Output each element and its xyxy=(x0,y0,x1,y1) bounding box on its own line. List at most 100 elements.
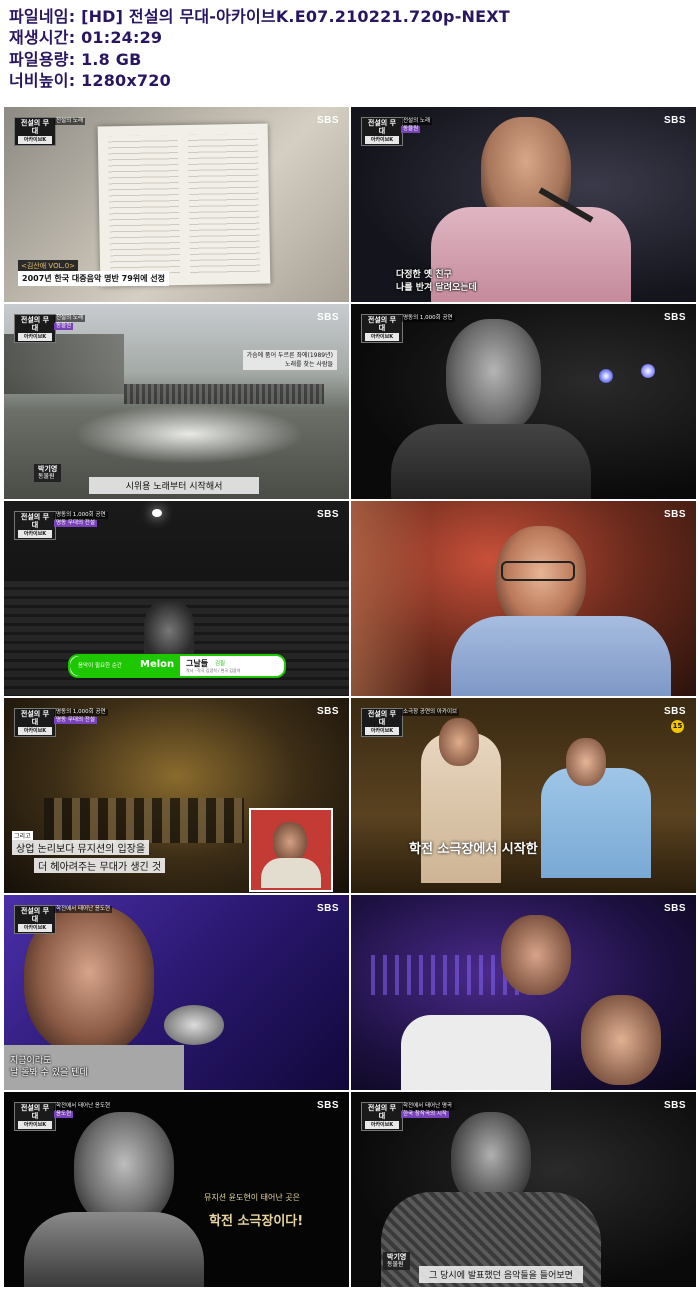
caption-intro: 그리고 xyxy=(12,831,33,840)
sbs-logo: SBS xyxy=(316,312,339,323)
thumbnail-frame[interactable]: 전설의 무대 아카이브K 명동의 1,000회 공연 명동 무대의 전설 SBS … xyxy=(4,698,349,893)
thumbnail-frame[interactable]: SBS xyxy=(351,895,696,1090)
thumbnail-frame[interactable]: 전설의 무대 아카이브K 학전에서 태어난 윤도현 SBS 지금이라도 날 돌봐 … xyxy=(4,895,349,1090)
buildings xyxy=(4,334,124,394)
caption-line: 날 돌봐 수 있을 텐데 xyxy=(10,1068,88,1078)
guest-shirt xyxy=(391,424,591,499)
sbs-logo: SBS xyxy=(663,903,686,914)
sbs-logo: SBS xyxy=(316,903,339,914)
guest-shirt xyxy=(541,768,651,878)
segment-tag: 명동 무대의 전설 xyxy=(54,520,97,527)
stage-sign xyxy=(74,748,244,762)
caption-line: 뮤지션 윤도현이 태어난 곳은 xyxy=(204,1193,300,1202)
program-logo: 전설의 무대 아카이브K xyxy=(361,314,403,343)
age-rating-badge: 15 xyxy=(671,720,684,733)
thumbnail-frame[interactable]: 전설의 무대 아카이브K 명동의 1,000회 공연 SBS xyxy=(351,304,696,499)
filename-row: 파일네임: [HD] 전설의 무대-아카이브K.E07.210221.720p-… xyxy=(9,7,510,26)
guest-face xyxy=(566,738,606,786)
thumbnail-frame[interactable]: 전설의 무대 아카이브K 전설의 노래 동물원 SBS 다정한 옛 친구 나를 반… xyxy=(351,107,696,302)
segment-tag: 동물원 xyxy=(401,126,421,133)
band-on-stage xyxy=(44,798,244,843)
filesize-row: 파일용량: 1.8 GB xyxy=(9,49,142,69)
segment-tag: 명동의 1,000회 공연 xyxy=(54,709,108,716)
caption: 시위용 노래부터 시작해서 xyxy=(89,477,259,494)
side-caption: 가슴에 품어 두르른 좌에(1989년) 노래를 찾는 사람들 xyxy=(242,350,337,370)
sbs-logo: SBS xyxy=(663,115,686,126)
audience-face xyxy=(501,915,571,995)
segment-tag: 명동의 1,000회 공연 xyxy=(401,315,455,322)
segment-tag: 윤도현 xyxy=(54,1111,74,1118)
resolution-value: 1280x720 xyxy=(81,71,171,91)
glasses xyxy=(501,561,575,581)
file-info: 파일네임: [HD] 전설의 무대-아카이브K.E07.210221.720p-… xyxy=(9,6,510,92)
program-logo: 전설의 무대 아카이브K xyxy=(14,314,56,343)
segment-tag: 학전에서 태어난 명곡 xyxy=(401,1103,455,1110)
sbs-logo: SBS xyxy=(663,706,686,717)
interviewee-shirt xyxy=(24,1212,204,1287)
segment-tag: 전설의 노래 xyxy=(401,118,433,125)
thumbnail-frame[interactable]: SBS xyxy=(351,501,696,696)
program-logo: 전설의 무대 아카이브K xyxy=(361,708,403,737)
segment-tag: 명동의 1,000회 공연 xyxy=(54,512,108,519)
thumbnail-frame[interactable]: 전설의 무대 아카이브K 학전에서 태어난 윤도현 윤도현 SBS 뮤지션 윤도현… xyxy=(4,1092,349,1287)
thumbnail-frame[interactable]: 전설의 무대 아카이브K 전설의 노래 동물원 SBS 가슴에 품어 두르른 좌에… xyxy=(4,304,349,499)
speaker-name-tag: 박기영 동물원 xyxy=(383,1252,411,1270)
melon-song-banner: 음악이 필요한 순간 Melon 그날들 김필 작사 · 작곡 김광석 / 편곡… xyxy=(68,654,286,678)
audience-face xyxy=(581,995,661,1085)
segment-tag: 학전에서 태어난 윤도현 xyxy=(54,1103,113,1110)
program-logo: 전설의 무대 아카이브K xyxy=(361,1102,403,1131)
thumbnail-frame[interactable]: 전설의 무대 아카이브K 전설의 노래 SBS <김산애 VOL.0> 2007년… xyxy=(4,107,349,302)
guest-face xyxy=(446,319,541,434)
program-logo: 전설의 무대 아카이브K xyxy=(14,117,56,146)
sbs-logo: SBS xyxy=(663,312,686,323)
runtime-value: 01:24:29 xyxy=(81,28,163,48)
spotlight xyxy=(152,509,162,517)
performer-silhouette xyxy=(144,601,194,661)
crowd xyxy=(124,384,324,404)
sbs-logo: SBS xyxy=(316,115,339,126)
segment-tag: 한국 창작곡의 시작 xyxy=(401,1111,449,1118)
melon-tagline: 음악이 필요한 순간 xyxy=(78,663,122,669)
resolution-row: 너비높이: 1280x720 xyxy=(9,71,171,91)
microphone xyxy=(164,1005,224,1045)
program-logo: 전설의 무대 아카이브K xyxy=(14,511,56,540)
thumbnail-frame[interactable]: 전설의 무대 아카이브K 명동의 1,000회 공연 명동 무대의 전설 SBS … xyxy=(4,501,349,696)
audience-shirt xyxy=(401,1015,551,1090)
sbs-logo: SBS xyxy=(663,509,686,520)
caption-line: 학전 소극장이다! xyxy=(209,1214,304,1229)
caption: 그 당시에 발표했던 음악들을 들어보면 xyxy=(419,1266,583,1283)
segment-tag: 전설의 노래 xyxy=(54,118,86,125)
host-face xyxy=(439,718,479,766)
sbs-logo: SBS xyxy=(316,1100,339,1111)
interviewee-face xyxy=(74,1112,174,1227)
thumbnail-frame[interactable]: 전설의 무대 아카이브K 학전에서 태어난 명곡 한국 창작곡의 시작 SBS 박… xyxy=(351,1092,696,1287)
segment-tag: 소극장 공연의 아카이브 xyxy=(401,709,460,716)
warm-light xyxy=(351,501,431,696)
runtime-row: 재생시간: 01:24:29 xyxy=(9,28,163,48)
thumbnail-frame[interactable]: 전설의 무대 아카이브K 소극장 공연의 아카이브 SBS 15 학전 소극장에서… xyxy=(351,698,696,893)
program-logo: 전설의 무대 아카이브K xyxy=(14,708,56,737)
guest-shirt xyxy=(451,616,671,696)
song-artist: 김필 xyxy=(215,661,226,667)
segment-tag: 동물원 xyxy=(54,323,74,330)
program-logo: 전설의 무대 아카이브K xyxy=(14,905,56,934)
caption-line: 다정한 옛 친구 xyxy=(396,270,452,280)
stage-light xyxy=(599,369,613,383)
inset-face xyxy=(273,822,307,862)
song-credits: 작사 · 작곡 김광석 / 편곡 김광석 xyxy=(186,668,241,673)
sbs-logo: SBS xyxy=(316,509,339,520)
stage-light xyxy=(641,364,655,378)
lyric-sheet xyxy=(97,123,271,287)
caption: 학전 소극장에서 시작한 xyxy=(409,842,538,857)
segment-tag: 명동 무대의 전설 xyxy=(54,717,97,724)
inset-shirt xyxy=(261,858,321,888)
caption-line: 더 헤아려주는 무대가 생긴 것 xyxy=(34,858,166,873)
caption-line: 나를 반겨 달려오는데 xyxy=(396,283,477,293)
filename-value: [HD] 전설의 무대-아카이브K.E07.210221.720p-NEXT xyxy=(81,7,510,26)
program-logo: 전설의 무대 아카이브K xyxy=(14,1102,56,1131)
segment-tag: 전설의 노래 xyxy=(54,315,86,322)
segment-tag: 학전에서 태어난 윤도현 xyxy=(54,906,113,913)
inset-video xyxy=(249,808,333,892)
caption-line: 상업 논리보다 뮤지션의 입장을 xyxy=(12,840,150,855)
smoke xyxy=(74,404,304,464)
